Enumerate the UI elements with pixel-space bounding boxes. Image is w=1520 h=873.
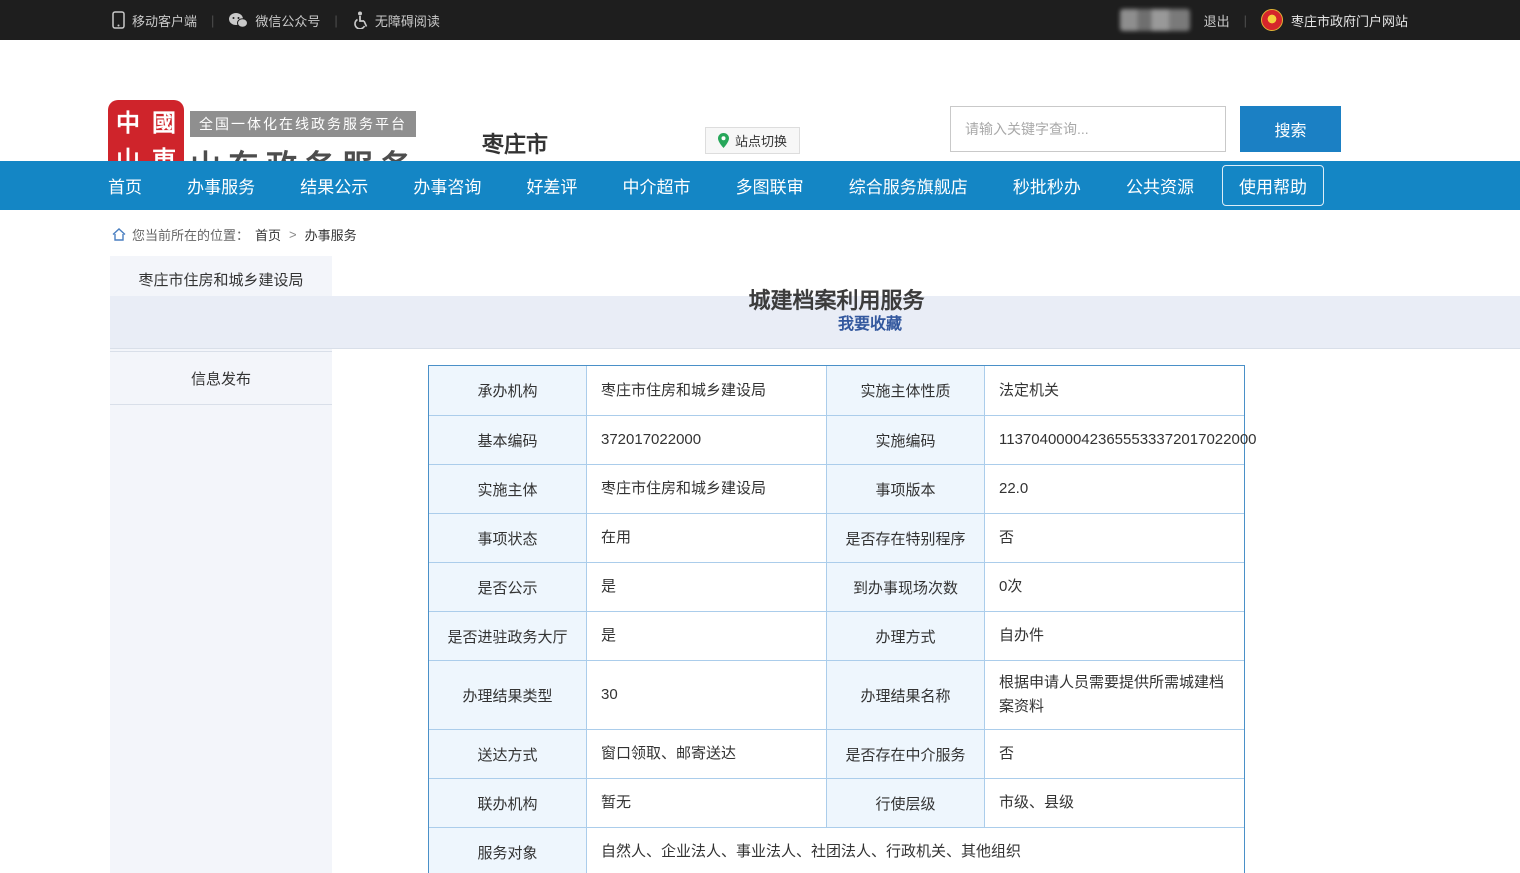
mobile-client-link[interactable]: 移动客户端 [112,11,197,30]
site-header: 中 國 山 東 全国一体化在线政务服务平台 山东政务服务 枣庄市 站点切换 搜索… [0,40,1520,161]
table-label: 到办事现场次数 [826,563,984,611]
table-row: 基本编码372017022000实施编码11370400004236555333… [429,415,1244,464]
table-row: 送达方式窗口领取、邮寄送达是否存在中介服务否 [429,729,1244,778]
table-label: 基本编码 [429,416,586,464]
table-label: 办理结果类型 [429,661,586,729]
platform-badge: 全国一体化在线政务服务平台 [190,111,416,137]
table-value: 自然人、企业法人、事业法人、社团法人、行政机关、其他组织 [586,828,1244,873]
home-icon [112,228,126,241]
main-nav: 首页 办事服务 结果公示 办事咨询 好差评 中介超市 多图联审 综合服务旗舰店 秒批秒办 公共资源… [0,161,1520,210]
table-value: 根据申请人员需要提供所需城建档案资料 [984,661,1244,729]
table-value: 市级、县级 [984,779,1244,827]
table-label: 是否存在特别程序 [826,514,984,562]
table-value: 0次 [984,563,1244,611]
table-row: 事项状态在用是否存在特别程序否 [429,513,1244,562]
topbar: 移动客户端 | 微信公众号 | 无障碍阅读 退出 | 枣庄市政府门户网站 [0,0,1520,40]
city-name: 枣庄市 [482,127,548,159]
nav-item-10[interactable]: 公共资源 [1126,173,1194,198]
breadcrumb-current[interactable]: 办事服务 [305,225,357,244]
table-value: 否 [984,730,1244,778]
table-label: 联办机构 [429,779,586,827]
nav-item-5[interactable]: 好差评 [526,173,577,198]
table-label: 行使层级 [826,779,984,827]
table-value: 在用 [586,514,826,562]
table-value: 自办件 [984,612,1244,660]
accessibility-label: 无障碍阅读 [375,11,440,30]
table-label: 服务对象 [429,828,586,873]
seal-char: 中 [110,102,146,139]
table-value: 是 [586,563,826,611]
nav-item-9[interactable]: 秒批秒办 [1013,173,1081,198]
breadcrumb: 您当前所在的位置： 首页 > 办事服务 [112,225,357,244]
table-value: 372017022000 [586,416,826,464]
mobile-client-label: 移动客户端 [132,11,197,30]
search-button[interactable]: 搜索 [1240,106,1341,152]
separator: | [1244,13,1247,28]
table-label: 实施主体 [429,465,586,513]
nav-item-8[interactable]: 综合服务旗舰店 [849,173,968,198]
location-pin-icon [718,133,729,148]
nav-item-4[interactable]: 办事咨询 [413,173,481,198]
breadcrumb-home[interactable]: 首页 [255,225,281,244]
table-value: 22.0 [984,465,1244,513]
page-title: 城建档案利用服务 [428,283,1245,315]
table-row: 服务对象自然人、企业法人、事业法人、社团法人、行政机关、其他组织 [429,827,1244,873]
table-row: 联办机构暂无行使层级市级、县级 [429,778,1244,827]
table-row: 承办机构枣庄市住房和城乡建设局实施主体性质法定机关 [429,366,1244,415]
table-label: 是否进驻政务大厅 [429,612,586,660]
site-switch-label: 站点切换 [735,131,787,150]
table-label: 实施编码 [826,416,984,464]
table-row: 是否进驻政务大厅是办理方式自办件 [429,611,1244,660]
table-value: 法定机关 [984,366,1244,415]
table-label: 事项状态 [429,514,586,562]
wechat-label: 微信公众号 [255,11,320,30]
table-label: 事项版本 [826,465,984,513]
table-label: 是否存在中介服务 [826,730,984,778]
table-label: 是否公示 [429,563,586,611]
nav-item-2[interactable]: 办事服务 [187,173,255,198]
national-emblem-icon [1261,9,1283,31]
table-label: 实施主体性质 [826,366,984,415]
search-input[interactable] [950,106,1226,152]
nav-item-1[interactable]: 首页 [108,173,142,198]
table-value: 是 [586,612,826,660]
service-detail-table: 承办机构枣庄市住房和城乡建设局实施主体性质法定机关基本编码37201702200… [428,365,1245,873]
table-row: 办理结果类型30办理结果名称根据申请人员需要提供所需城建档案资料 [429,660,1244,729]
table-label: 办理方式 [826,612,984,660]
separator: | [334,13,337,28]
table-label: 承办机构 [429,366,586,415]
table-value: 1137040000423655533372017022000 [984,416,1271,464]
table-value: 暂无 [586,779,826,827]
table-label: 办理结果名称 [826,661,984,729]
table-value: 枣庄市住房和城乡建设局 [586,465,826,513]
user-name-blurred [1120,9,1190,31]
nav-item-6[interactable]: 中介超市 [623,173,691,198]
breadcrumb-prefix: 您当前所在的位置： [132,225,249,244]
accessibility-link[interactable]: 无障碍阅读 [352,11,440,30]
table-row: 实施主体枣庄市住房和城乡建设局事项版本22.0 [429,464,1244,513]
breadcrumb-separator: > [289,227,297,242]
accessibility-icon [352,11,368,29]
table-label: 送达方式 [429,730,586,778]
seal-char: 國 [146,102,182,139]
sidebar: 所属部门枣庄市住房和城乡建设局服务类型依申请服务本事项支持信息发布结果公示我要咨… [110,256,332,873]
table-value: 窗口领取、邮寄送达 [586,730,826,778]
table-value: 否 [984,514,1244,562]
nav-item-help[interactable]: 使用帮助 [1222,165,1324,206]
portal-link[interactable]: 枣庄市政府门户网站 [1291,11,1408,30]
table-row: 是否公示是到办事现场次数0次 [429,562,1244,611]
logout-link[interactable]: 退出 [1204,11,1230,30]
wechat-icon [228,12,248,29]
table-value: 30 [586,661,826,729]
nav-item-3[interactable]: 结果公示 [300,173,368,198]
wechat-link[interactable]: 微信公众号 [228,11,320,30]
mobile-icon [112,11,125,29]
table-value: 枣庄市住房和城乡建设局 [586,366,826,415]
separator: | [211,13,214,28]
sidebar-item-6[interactable]: 信息发布 [110,352,332,405]
site-switch-button[interactable]: 站点切换 [705,127,800,154]
nav-item-7[interactable]: 多图联审 [736,173,804,198]
